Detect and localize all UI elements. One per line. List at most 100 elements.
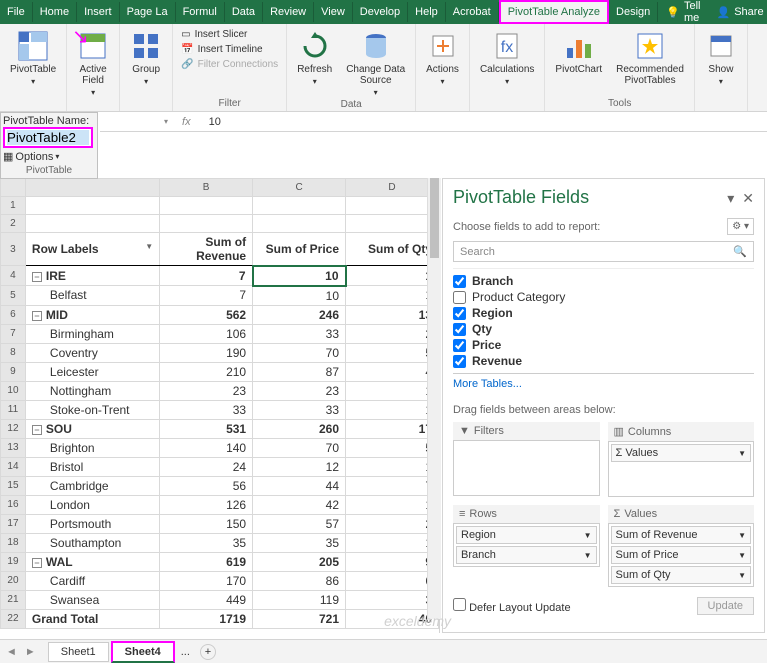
insert-timeline-button[interactable]: 📅Insert Timeline <box>179 43 280 56</box>
filters-area-title: ▼Filters <box>453 422 600 440</box>
values-area-title: ΣValues <box>608 505 755 523</box>
refresh-icon <box>299 30 331 62</box>
tab-developer[interactable]: Develop <box>353 2 408 22</box>
tab-help[interactable]: Help <box>408 2 446 22</box>
rows-icon: ≡ <box>459 508 465 520</box>
filter-icon: 🔗 <box>181 59 193 70</box>
sheet-tab-more[interactable]: ... <box>177 646 194 658</box>
area-pill[interactable]: Branch▼ <box>456 546 597 564</box>
show-icon <box>705 30 737 62</box>
timeline-icon: 📅 <box>181 44 193 55</box>
pivottable-name-label: PivotTable Name: <box>3 115 95 127</box>
rows-area-title: ≡Rows <box>453 505 600 523</box>
pivottable-group-label: PivotTable <box>3 165 95 176</box>
values-area[interactable]: Sum of Revenue▼ Sum of Price▼ Sum of Qty▼ <box>608 523 755 587</box>
refresh-button[interactable]: Refresh▾ <box>293 28 336 88</box>
recommended-icon <box>634 30 666 62</box>
defer-layout-checkbox[interactable]: Defer Layout Update <box>453 598 571 614</box>
sheet-tab-sheet1[interactable]: Sheet1 <box>48 642 109 662</box>
tab-insert[interactable]: Insert <box>77 2 120 22</box>
tools-group-label: Tools <box>608 98 631 109</box>
fields-search-input[interactable]: Search 🔍 <box>453 241 754 262</box>
tab-acrobat[interactable]: Acrobat <box>446 2 499 22</box>
area-pill[interactable]: Sum of Qty▼ <box>611 566 752 584</box>
calculations-icon: fx <box>491 30 523 62</box>
add-sheet-button[interactable]: + <box>200 644 216 660</box>
field-item[interactable]: Branch <box>453 273 754 289</box>
gear-icon[interactable]: ⚙ ▾ <box>727 218 754 235</box>
fields-dropdown-icon[interactable]: ▾ <box>727 190 734 206</box>
pivottable-name-input[interactable] <box>7 130 89 145</box>
change-data-source-button[interactable]: Change Data Source▾ <box>342 28 409 99</box>
worksheet-grid[interactable]: BCD123Row Labels▼Sum of RevenueSum of Pr… <box>0 178 440 633</box>
pivottable-button[interactable]: PivotTable▾ <box>6 28 60 88</box>
pivotchart-button[interactable]: PivotChart <box>551 28 606 77</box>
field-item[interactable]: Price <box>453 337 754 353</box>
filters-area[interactable] <box>453 440 600 496</box>
field-list[interactable]: BranchProduct CategoryRegionQtyPriceReve… <box>453 268 754 374</box>
columns-area-title: ▥Columns <box>608 422 755 441</box>
calculations-button[interactable]: fxCalculations▾ <box>476 28 538 88</box>
formula-bar: ▾ fx 10 <box>100 112 767 132</box>
tab-design[interactable]: Design <box>609 2 658 22</box>
drag-areas-label: Drag fields between areas below: <box>453 404 754 416</box>
tab-data[interactable]: Data <box>225 2 263 22</box>
pivottable-options-button[interactable]: ▦Options ▾ <box>3 150 95 163</box>
data-group-label: Data <box>341 99 362 110</box>
rows-area[interactable]: Region▼ Branch▼ <box>453 523 600 567</box>
pivottable-fields-pane: PivotTable Fields ▾ ✕ Choose fields to ad… <box>442 178 765 633</box>
show-button[interactable]: Show▾ <box>701 28 741 88</box>
slicer-icon: ▭ <box>181 29 190 40</box>
fields-choose-label: Choose fields to add to report: <box>453 221 600 233</box>
chevron-down-icon[interactable]: ▾ <box>160 117 172 126</box>
svg-text:fx: fx <box>501 39 513 56</box>
sheet-tab-sheet4[interactable]: Sheet4 <box>111 641 175 663</box>
sheet-nav-prev-icon[interactable]: ◄ <box>6 646 17 658</box>
actions-button[interactable]: Actions▾ <box>422 28 463 88</box>
pivottable-icon <box>17 30 49 62</box>
filter-connections-button[interactable]: 🔗Filter Connections <box>179 58 280 71</box>
area-pill[interactable]: Σ Values▼ <box>611 444 752 462</box>
field-item[interactable]: Revenue <box>453 353 754 369</box>
field-item[interactable]: Region <box>453 305 754 321</box>
field-item[interactable]: Qty <box>453 321 754 337</box>
tab-pivottable-analyze[interactable]: PivotTable Analyze <box>499 0 609 24</box>
fx-button[interactable]: fx <box>172 116 201 128</box>
update-button[interactable]: Update <box>697 597 754 615</box>
sheet-tab-bar: ◄ ► Sheet1 Sheet4 ... + <box>0 639 767 663</box>
tab-file[interactable]: File <box>0 2 33 22</box>
pivotchart-icon <box>563 30 595 62</box>
tab-view[interactable]: View <box>314 2 353 22</box>
annotation-arrow-icon: ↘ <box>72 24 89 49</box>
filter-group-label: Filter <box>219 98 241 109</box>
pivottable-name-panel: PivotTable Name: ▦Options ▾ PivotTable <box>0 112 98 179</box>
ribbon: PivotTable▾ Active Field▾ Group▾ ▭Insert… <box>0 24 767 112</box>
vertical-scrollbar[interactable] <box>427 178 441 619</box>
recommended-pivottables-button[interactable]: Recommended PivotTables <box>612 28 688 88</box>
formula-value[interactable]: 10 <box>201 116 229 128</box>
share-icon: 👤 <box>717 6 731 19</box>
close-icon[interactable]: ✕ <box>742 190 754 206</box>
more-tables-link[interactable]: More Tables... <box>453 374 754 394</box>
share-button[interactable]: 👤Share <box>709 2 767 23</box>
actions-icon <box>427 30 459 62</box>
area-pill[interactable]: Region▼ <box>456 526 597 544</box>
columns-area[interactable]: Σ Values▼ <box>608 441 755 497</box>
sheet-nav-next-icon[interactable]: ► <box>25 646 36 658</box>
lightbulb-icon: 💡 <box>666 6 680 19</box>
group-button[interactable]: Group▾ <box>126 28 166 88</box>
tab-review[interactable]: Review <box>263 2 314 22</box>
columns-icon: ▥ <box>614 425 624 438</box>
area-pill[interactable]: Sum of Price▼ <box>611 546 752 564</box>
options-icon: ▦ <box>3 150 13 163</box>
datasource-icon <box>360 30 392 62</box>
tab-home[interactable]: Home <box>33 2 77 22</box>
tab-pagelayout[interactable]: Page La <box>120 2 176 22</box>
ribbon-tabs: File Home Insert Page La Formul Data Rev… <box>0 0 767 24</box>
insert-slicer-button[interactable]: ▭Insert Slicer <box>179 28 280 41</box>
group-icon <box>130 30 162 62</box>
field-item[interactable]: Product Category <box>453 289 754 305</box>
area-pill[interactable]: Sum of Revenue▼ <box>611 526 752 544</box>
fields-title: PivotTable Fields <box>453 187 589 208</box>
tab-formulas[interactable]: Formul <box>176 2 225 22</box>
